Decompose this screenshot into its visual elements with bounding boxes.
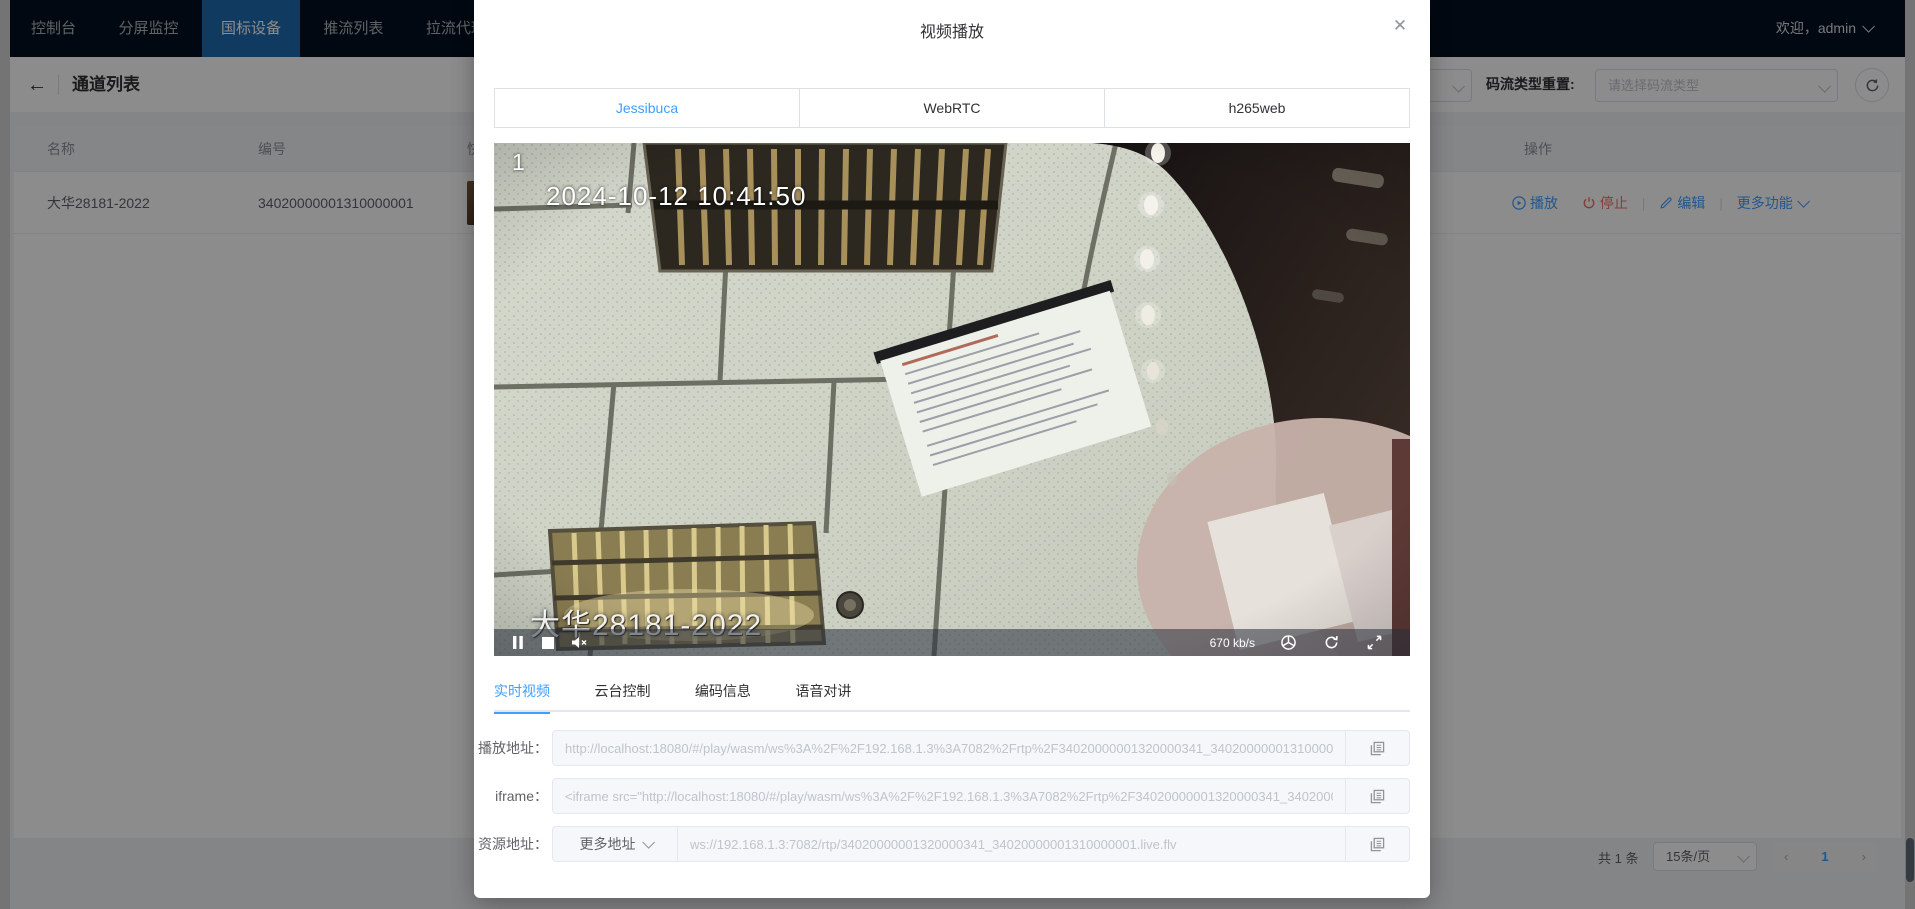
stream-info-tabs: 实时视频 云台控制 编码信息 语音对讲 (494, 672, 1410, 712)
resource-url-label: 资源地址： (428, 826, 548, 862)
video-play-dialog: 视频播放 ✕ Jessibuca WebRTC h265web (474, 0, 1430, 898)
iframe-row: iframe： (494, 778, 1410, 814)
player-control-bar: 670 kb/s (494, 629, 1410, 656)
copy-play-url-button[interactable] (1346, 730, 1410, 766)
snapshot-button[interactable] (1281, 635, 1296, 650)
iframe-label: iframe： (428, 778, 548, 814)
more-address-label: 更多地址 (580, 836, 636, 852)
copy-iframe-button[interactable] (1346, 778, 1410, 814)
reload-button[interactable] (1324, 635, 1339, 650)
volume-muted-button[interactable] (572, 636, 588, 649)
video-player[interactable]: 1 2024-10-12 10:41:50 大华28181-2022 670 k… (494, 143, 1410, 656)
stop-button[interactable] (542, 637, 554, 649)
bitrate-indicator: 670 kb/s (1210, 636, 1255, 650)
copy-icon (1370, 789, 1385, 804)
dialog-title: 视频播放 (474, 18, 1430, 42)
copy-icon (1370, 741, 1385, 756)
tab-codec-info[interactable]: 编码信息 (695, 672, 751, 712)
tab-webrtc[interactable]: WebRTC (799, 88, 1105, 128)
copy-resource-url-button[interactable] (1346, 826, 1410, 862)
video-frame-image (494, 143, 1410, 656)
iframe-code-input[interactable] (552, 778, 1346, 814)
more-address-dropdown[interactable]: 更多地址 (552, 826, 677, 862)
tab-audio-intercom[interactable]: 语音对讲 (795, 672, 851, 712)
chevron-down-icon (642, 836, 655, 849)
tab-live-video[interactable]: 实时视频 (494, 672, 550, 712)
tab-h265web[interactable]: h265web (1104, 88, 1410, 128)
osd-timestamp: 2024-10-12 10:41:50 (546, 181, 806, 212)
resource-url-input[interactable] (677, 826, 1346, 862)
tab-jessibuca[interactable]: Jessibuca (494, 88, 800, 128)
pause-button[interactable] (512, 636, 524, 649)
fullscreen-button[interactable] (1367, 635, 1382, 650)
play-url-input[interactable] (552, 730, 1346, 766)
resource-url-row: 资源地址： 更多地址 (494, 826, 1410, 862)
osd-channel-number: 1 (512, 149, 525, 176)
close-icon[interactable]: ✕ (1388, 14, 1412, 38)
copy-icon (1370, 837, 1385, 852)
player-engine-tabs: Jessibuca WebRTC h265web (494, 88, 1410, 128)
tab-ptz-control[interactable]: 云台控制 (594, 672, 650, 712)
play-url-row: 播放地址： (494, 730, 1410, 766)
play-url-label: 播放地址： (428, 730, 548, 766)
